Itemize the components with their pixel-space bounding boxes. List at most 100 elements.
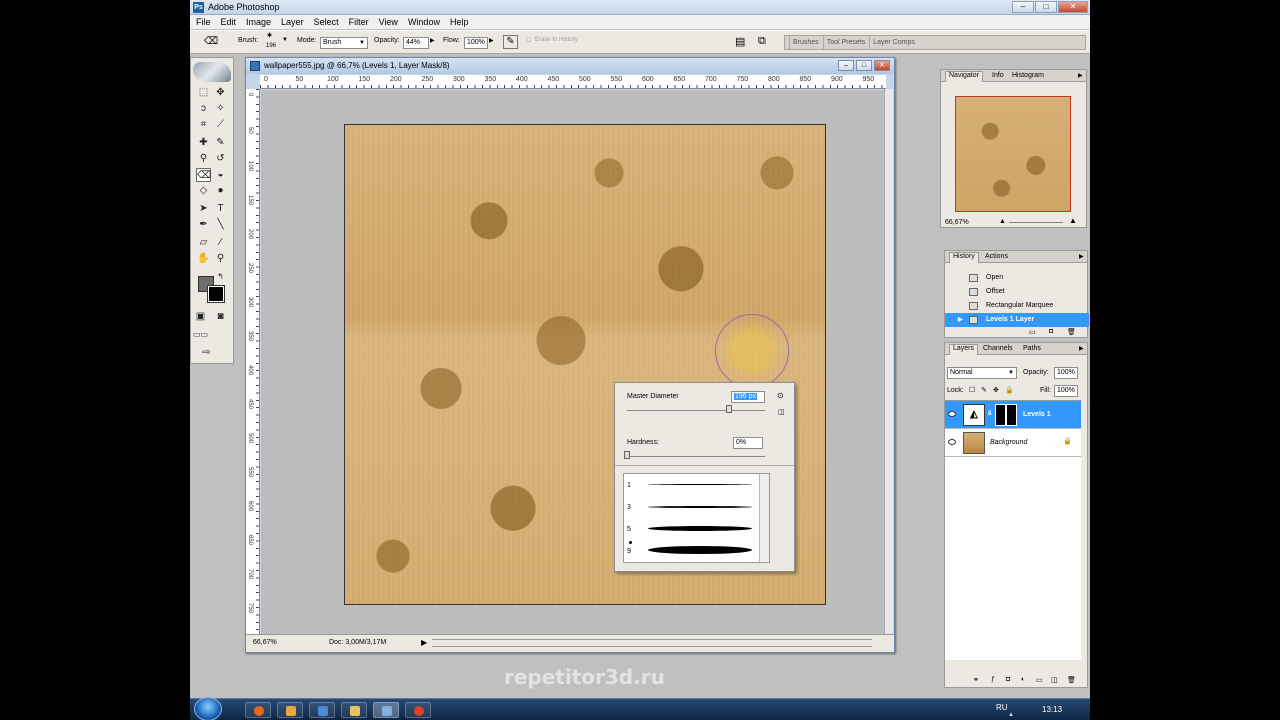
panel-menu-arrow-icon[interactable]: ▶: [1079, 345, 1084, 352]
paint-bucket-tool-icon[interactable]: ◒: [213, 168, 228, 182]
lock-position-icon[interactable]: ✥: [993, 386, 999, 394]
maximize-button[interactable]: □: [1035, 1, 1057, 13]
hand-tool-icon[interactable]: ✋: [196, 252, 211, 266]
brush-preset-list[interactable]: 1 3 5 9: [623, 473, 770, 563]
tab-history[interactable]: History: [949, 252, 979, 263]
add-layer-mask-icon[interactable]: ◘: [1006, 676, 1010, 683]
mask-link-icon[interactable]: 8: [988, 411, 991, 417]
document-maximize-button[interactable]: □: [856, 60, 872, 71]
fill-input[interactable]: 100%: [1054, 385, 1078, 397]
palette-well-icon[interactable]: ⧉: [758, 35, 766, 48]
flow-input[interactable]: 100%: [464, 37, 488, 49]
tab-info[interactable]: Info: [992, 72, 1004, 79]
erase-to-history-checkbox[interactable]: ☐: [526, 37, 531, 44]
lasso-tool-icon[interactable]: ↄ: [196, 102, 211, 116]
document-close-button[interactable]: ✕: [874, 60, 890, 71]
lock-image-icon[interactable]: ✎: [981, 386, 987, 394]
brush-preview-icon[interactable]: ✱: [267, 32, 272, 39]
brush-dropdown-icon[interactable]: ▼: [282, 37, 288, 43]
hardness-slider-knob[interactable]: [624, 451, 630, 459]
menu-file[interactable]: File: [196, 15, 211, 29]
tab-channels[interactable]: Channels: [983, 345, 1013, 352]
file-browser-icon[interactable]: ▤: [735, 35, 745, 48]
dodge-tool-icon[interactable]: ●: [213, 184, 228, 198]
layer-row-background[interactable]: Background 🔒: [945, 429, 1081, 457]
clock[interactable]: 13:13: [1042, 705, 1062, 714]
master-diameter-input[interactable]: 196 px: [731, 391, 765, 403]
tab-tool-presets[interactable]: Tool Presets: [822, 36, 865, 49]
eye-icon[interactable]: [948, 439, 956, 445]
layer-name[interactable]: Background: [990, 439, 1027, 446]
jump-to-imageready-icon[interactable]: ⇨: [199, 346, 214, 360]
zoom-out-icon[interactable]: ▲: [999, 218, 1006, 225]
eye-icon[interactable]: [948, 411, 956, 417]
navigator-thumbnail[interactable]: [955, 96, 1071, 212]
tab-navigator[interactable]: Navigator: [945, 71, 983, 82]
menu-select[interactable]: Select: [314, 15, 339, 29]
layer-opacity-input[interactable]: 100%: [1054, 367, 1078, 379]
brush-list-scrollbar[interactable]: [759, 474, 769, 562]
master-diameter-slider[interactable]: [627, 410, 765, 411]
lock-all-icon[interactable]: 🔒: [1005, 386, 1014, 394]
panel-menu-arrow-icon[interactable]: ▶: [1079, 253, 1084, 260]
link-layers-icon[interactable]: ⚭: [973, 676, 979, 684]
new-document-from-state-icon[interactable]: ▭: [1029, 328, 1036, 336]
line-tool-icon[interactable]: ╲: [213, 218, 228, 232]
hardness-input[interactable]: 0%: [733, 437, 763, 449]
brush-preset-item[interactable]: 5: [624, 518, 759, 540]
new-layer-icon[interactable]: ◫: [1051, 676, 1058, 684]
marquee-tool-icon[interactable]: ⬚: [196, 86, 211, 100]
history-item-levels-1-layer[interactable]: ▶ Levels 1 Layer: [945, 313, 1089, 327]
standard-mode-icon[interactable]: ▣: [193, 310, 208, 324]
pen-tool-icon[interactable]: ✒: [196, 218, 211, 232]
zoom-level[interactable]: 66,67%: [253, 639, 277, 646]
new-adjustment-layer-icon[interactable]: ◐: [1021, 676, 1025, 683]
new-snapshot-icon[interactable]: ◘: [1049, 328, 1053, 335]
menu-filter[interactable]: Filter: [349, 15, 369, 29]
crop-tool-icon[interactable]: ⌗: [196, 118, 211, 132]
history-brush-tool-icon[interactable]: ↺: [213, 152, 228, 166]
navigator-zoom[interactable]: 66,67%: [945, 219, 969, 226]
status-menu-arrow-icon[interactable]: ▶: [421, 638, 427, 647]
swap-colors-icon[interactable]: ↰: [213, 270, 228, 284]
menu-help[interactable]: Help: [450, 15, 469, 29]
background-color-swatch[interactable]: [207, 285, 225, 303]
delete-state-icon[interactable]: 🗑: [1067, 328, 1076, 336]
layer-mask-thumbnail[interactable]: [995, 404, 1017, 426]
eraser-tool-icon[interactable]: ⌫: [196, 168, 211, 182]
firefox-taskbar-icon[interactable]: [245, 702, 271, 718]
brush-preset-item[interactable]: 9: [624, 540, 759, 562]
layer-name[interactable]: Levels 1: [1023, 411, 1051, 418]
notes-tool-icon[interactable]: ▱: [196, 236, 211, 250]
menu-view[interactable]: View: [379, 15, 398, 29]
media-player-taskbar-icon[interactable]: [277, 702, 303, 718]
layer-row-levels-1[interactable]: ◭ 8 Levels 1: [945, 401, 1081, 429]
tab-layers[interactable]: Layers: [949, 344, 979, 355]
history-item-offset[interactable]: Offset: [945, 285, 1089, 299]
menu-window[interactable]: Window: [408, 15, 440, 29]
quick-mask-mode-icon[interactable]: ◙: [213, 310, 228, 324]
eraser-icon[interactable]: ⌫: [204, 36, 218, 47]
flow-slider-arrow-icon[interactable]: ▶: [489, 37, 494, 44]
history-item-open[interactable]: Open: [945, 271, 1089, 285]
eyedropper-tool-icon[interactable]: ⁄: [213, 236, 228, 250]
minimize-button[interactable]: –: [1012, 1, 1034, 13]
language-indicator[interactable]: RU: [996, 703, 1008, 712]
brush-options-arrow-icon[interactable]: ⊙: [777, 391, 784, 400]
brush-tool-icon[interactable]: ✎: [213, 136, 228, 150]
opacity-slider-arrow-icon[interactable]: ▶: [430, 37, 435, 44]
magic-wand-tool-icon[interactable]: ✧: [213, 102, 228, 116]
new-group-icon[interactable]: ▭: [1036, 676, 1043, 684]
close-button[interactable]: ✕: [1058, 1, 1088, 13]
document-minimize-button[interactable]: –: [838, 60, 854, 71]
path-selection-tool-icon[interactable]: ➤: [196, 202, 211, 216]
horizontal-scrollbar[interactable]: [432, 639, 872, 647]
tab-layer-comps[interactable]: Layer Comps: [869, 36, 915, 49]
slice-tool-icon[interactable]: ⟋: [213, 118, 228, 132]
menu-image[interactable]: Image: [246, 15, 271, 29]
explorer-taskbar-icon[interactable]: [341, 702, 367, 718]
app-taskbar-icon[interactable]: [309, 702, 335, 718]
layer-style-icon[interactable]: ƒ: [991, 676, 995, 683]
lock-transparent-icon[interactable]: ☐: [969, 386, 975, 394]
menu-edit[interactable]: Edit: [221, 15, 237, 29]
